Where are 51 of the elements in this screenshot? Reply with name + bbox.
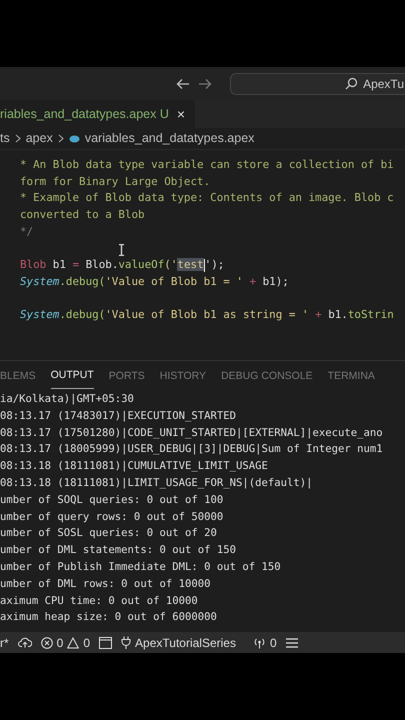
panel-icon[interactable]	[99, 636, 112, 648]
error-icon	[40, 636, 53, 648]
code-line: * Example of Blob data type: Contents of an image. Blob c	[20, 191, 394, 204]
panel-tab[interactable]: OUTPUT	[50, 364, 94, 389]
code-line: converted to a Blob	[20, 208, 145, 222]
code-line: System.debug('Value of Blob b1 = ' + b1);	[20, 274, 289, 288]
output-line: 08:13.17 (17501280)|CODE_UNIT_STARTED|[EXTERNAL]|execute_ano	[0, 426, 383, 439]
code-line: * An Blob data type variable can store a collection of bi	[20, 158, 394, 171]
output-line: ia/Kolkata)|GMT+05:30	[0, 393, 134, 405]
output-line: 08:13.17 (18005999)|USER_DEBUG|[3]|DEBUG|Sum of Integer num1	[0, 443, 383, 456]
output-line: 08:13.18 (18111081)|LIMIT_USAGE_FOR_NS|(default)|	[0, 476, 313, 489]
search-icon	[345, 77, 358, 90]
text-cursor-icon	[118, 244, 125, 256]
code-line: System.debug('Value of Blob b1 as string = ' + b1.toStrin	[20, 308, 394, 322]
breadcrumb-item[interactable]: ts	[0, 129, 10, 148]
code-line: form for Binary Large Object.	[20, 174, 210, 188]
breadcrumb-item[interactable]: variables_and_datatypes.apex	[84, 129, 254, 148]
cloud-upload-icon[interactable]	[18, 637, 32, 648]
problems-indicator[interactable]: 0 0	[40, 634, 90, 652]
output-line: aximum heap size: 0 out of 6000000	[0, 611, 217, 624]
panel-tab[interactable]: PORTS	[108, 364, 145, 388]
plug-icon	[121, 636, 132, 649]
code-line: */	[20, 224, 34, 238]
output-line: 08:13.17 (17483017)|EXECUTION_STARTED	[0, 410, 236, 422]
output-line: umber of DML rows: 0 out of 10000	[0, 578, 210, 590]
broadcast-icon	[252, 636, 266, 648]
chevron-icon	[14, 134, 21, 143]
breadcrumb-item[interactable]: apex	[26, 129, 53, 148]
org-indicator[interactable]: ApexTutorialSeries	[121, 634, 236, 652]
output-line: umber of SOQL queries: 0 out of 100	[0, 494, 224, 506]
chevron-icon	[58, 134, 64, 143]
output-line: umber of Publish Immediate DML: 0 out of 150	[0, 560, 281, 573]
back-arrow-icon[interactable]	[176, 78, 190, 90]
menu-icon[interactable]	[286, 638, 298, 648]
output-line: 08:13.18 (18111081)|CUMULATIVE_LIMIT_USAGE	[0, 460, 268, 472]
search-field[interactable]: ApexTu	[230, 72, 405, 94]
output-line: umber of query rows: 0 out of 50000	[0, 510, 224, 523]
forward-arrow-icon[interactable]	[198, 78, 212, 90]
output-line: umber of SOSL queries: 0 out of 20	[0, 527, 217, 540]
editor-tab[interactable]: riables_and_datatypes.apex U ×	[0, 100, 196, 128]
output-line: aximum CPU time: 0 out of 10000	[0, 594, 198, 607]
branch-label[interactable]: r*	[0, 634, 9, 652]
panel-tab[interactable]: TERMINA	[328, 364, 375, 388]
ports-indicator[interactable]: 0	[252, 634, 277, 652]
panel-tab[interactable]: BLEMS	[0, 364, 36, 388]
panel-tab[interactable]: DEBUG CONSOLE	[221, 364, 313, 388]
panel-tab[interactable]: HISTORY	[160, 364, 206, 388]
code-line: Blob b1 = Blob.valueOf('test');	[20, 258, 224, 272]
warning-icon	[67, 636, 80, 648]
output-line: umber of DML statements: 0 out of 150	[0, 544, 236, 556]
close-icon[interactable]: ×	[176, 104, 186, 124]
